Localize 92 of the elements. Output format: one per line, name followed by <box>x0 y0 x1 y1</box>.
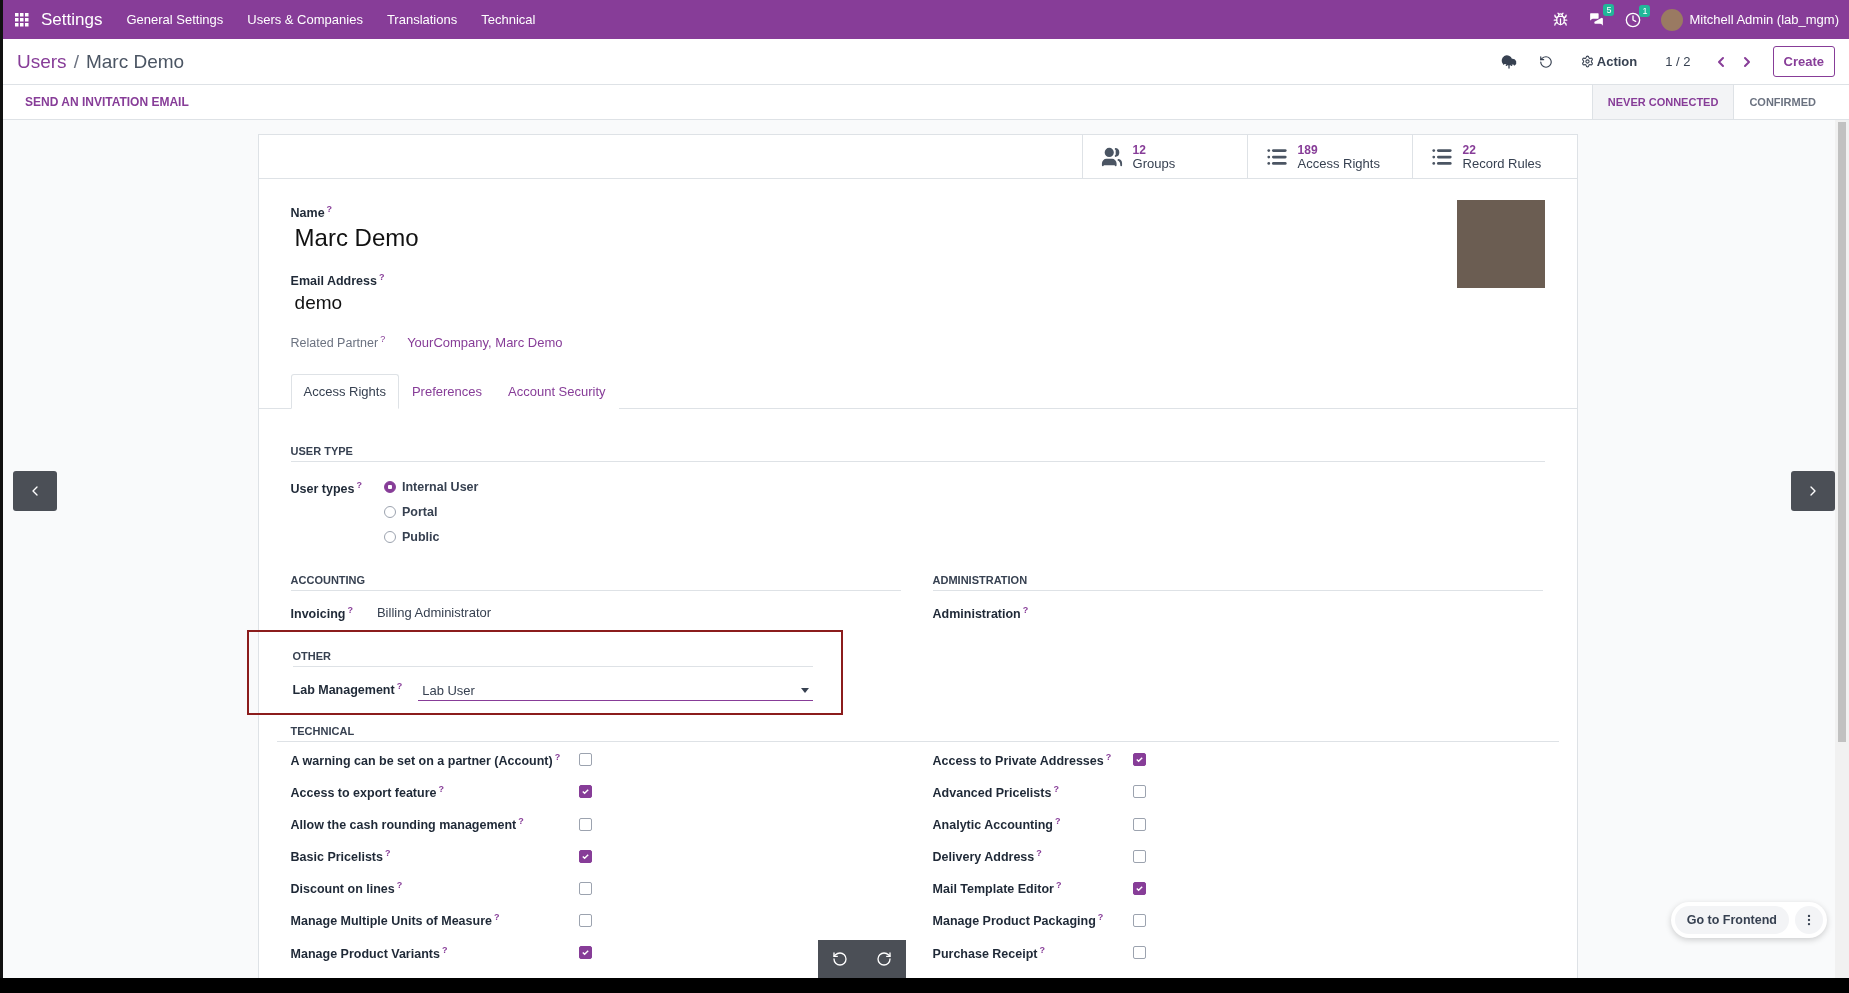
check-icon <box>1134 883 1144 893</box>
section-title: TECHNICAL <box>276 724 1559 742</box>
field-label: Advanced Pricelists$^{?}$ <box>932 783 1060 800</box>
field-label: User types$^{?}$ <box>290 480 362 497</box>
next-record-button[interactable] <box>1791 471 1835 511</box>
rotate-left-icon <box>832 951 848 967</box>
caret-icon <box>800 687 809 693</box>
apps-grid-icon[interactable] <box>15 12 29 27</box>
field-label: Basic Pricelists$^{?}$ <box>290 848 392 865</box>
clock-icon[interactable] <box>1625 11 1642 28</box>
checkbox[interactable] <box>578 817 592 831</box>
checkbox[interactable] <box>578 753 592 767</box>
field-label: Manage Product Variants$^{?}$ <box>290 944 449 961</box>
checkbox[interactable] <box>1132 946 1146 960</box>
radio-label[interactable]: Internal User <box>402 480 479 495</box>
rotate-right-icon <box>876 951 892 967</box>
go-to-frontend-button[interactable]: Go to Frontend <box>1674 906 1789 934</box>
scrollbar[interactable] <box>1835 120 1849 978</box>
checkbox[interactable] <box>1132 785 1146 799</box>
users-icon <box>1100 145 1123 168</box>
previous-record-button[interactable] <box>13 471 57 511</box>
radio-label[interactable]: Public <box>402 530 440 545</box>
menu-item[interactable]: General Settings <box>126 12 224 27</box>
pager-value[interactable]: 1 / 2 <box>1665 54 1691 69</box>
breadcrumb-separator: / <box>73 50 79 73</box>
checkbox[interactable] <box>1132 914 1146 927</box>
field-label: Delivery Address$^{?}$ <box>932 848 1043 865</box>
radio-label[interactable]: Portal <box>402 505 438 520</box>
user-name[interactable]: Mitchell Admin (lab_mgm) <box>1689 12 1839 27</box>
field-value[interactable]: Billing Administrator <box>376 605 492 621</box>
section-title: ACCOUNTING <box>290 574 901 592</box>
select-field[interactable]: Lab User <box>418 680 813 701</box>
field-label: Administration$^{?}$ <box>932 605 1030 622</box>
menu-item[interactable]: Technical <box>481 12 536 27</box>
status-stage[interactable]: NEVER CONNECTED <box>1591 85 1734 119</box>
related-partner-link[interactable]: YourCompany, Marc Demo <box>407 334 563 350</box>
check-icon <box>580 851 590 861</box>
field-label: Access to Private Addresses$^{?}$ <box>932 751 1113 768</box>
checkbox[interactable] <box>578 881 592 895</box>
field-label: Allow the cash rounding management$^{?}$ <box>290 815 525 833</box>
checkbox[interactable] <box>1132 849 1146 863</box>
section-title: USER TYPE <box>290 445 1545 463</box>
checkbox[interactable] <box>578 849 592 863</box>
more-options-button[interactable] <box>1795 906 1823 934</box>
radio-button[interactable] <box>384 531 396 544</box>
field-label: Name$^{?}$ <box>290 204 334 221</box>
check-icon <box>1134 755 1144 765</box>
checkbox[interactable] <box>1132 753 1146 767</box>
field-label: Invoicing$^{?}$ <box>290 605 353 622</box>
chat-icon[interactable] <box>1588 11 1606 28</box>
field-label: Related Partner$^{?}$ <box>290 334 386 351</box>
radio-button[interactable] <box>384 506 396 519</box>
field-label: Analytic Accounting$^{?}$ <box>932 815 1062 833</box>
section-title: ADMINISTRATION <box>932 574 1543 592</box>
app-name[interactable]: Settings <box>41 9 103 30</box>
checkbox[interactable] <box>1132 881 1146 895</box>
radio-button[interactable] <box>384 481 396 494</box>
rotate-left-button[interactable] <box>830 949 850 969</box>
field-label: Manage Multiple Units of Measure$^{?}$ <box>290 912 501 929</box>
notification-badge: 5 <box>1603 4 1615 16</box>
bug-icon[interactable] <box>1553 12 1569 27</box>
field-label: Access to export feature$^{?}$ <box>290 783 445 800</box>
menu-item[interactable]: Users & Companies <box>247 12 363 27</box>
field-label: Manage Product Packaging$^{?}$ <box>932 912 1105 929</box>
field-label: A warning can be set on a partner (Account)$^{?}$ <box>290 751 562 768</box>
section-title: OTHER <box>292 649 813 667</box>
field-label: Email Address$^{?}$ <box>290 272 386 289</box>
tab[interactable]: Access Rights <box>290 374 399 410</box>
field-label: Lab Management$^{?}$ <box>292 680 403 697</box>
check-icon <box>580 948 590 958</box>
user-avatar[interactable] <box>1661 8 1684 31</box>
field-label: Purchase Receipt$^{?}$ <box>932 944 1046 961</box>
settings-icon <box>1580 55 1594 68</box>
checkbox[interactable] <box>578 946 592 960</box>
menu-item[interactable]: Translations <box>386 12 458 27</box>
rotate-right-button[interactable] <box>874 949 894 969</box>
checkbox[interactable] <box>578 914 592 927</box>
cloud-upload-icon[interactable] <box>1500 53 1517 70</box>
breadcrumb-current: Marc Demo <box>85 50 185 73</box>
notification-badge: 1 <box>1639 4 1651 17</box>
checkbox[interactable] <box>578 785 592 799</box>
action-button[interactable]: Action <box>1574 53 1644 70</box>
email-value[interactable]: demo <box>294 292 563 315</box>
field-label: Mail Template Editor$^{?}$ <box>932 880 1063 897</box>
breadcrumb-link[interactable]: Users <box>17 50 67 73</box>
checkbox[interactable] <box>1132 817 1146 831</box>
field-label: Discount on lines$^{?}$ <box>290 880 404 897</box>
name-value[interactable]: Marc Demo <box>294 224 563 253</box>
create-button[interactable]: Create <box>1772 46 1835 77</box>
invitation-email-button[interactable]: SEND AN INVITATION EMAIL <box>25 95 189 109</box>
undo-icon[interactable] <box>1538 54 1553 69</box>
check-icon <box>580 787 590 797</box>
